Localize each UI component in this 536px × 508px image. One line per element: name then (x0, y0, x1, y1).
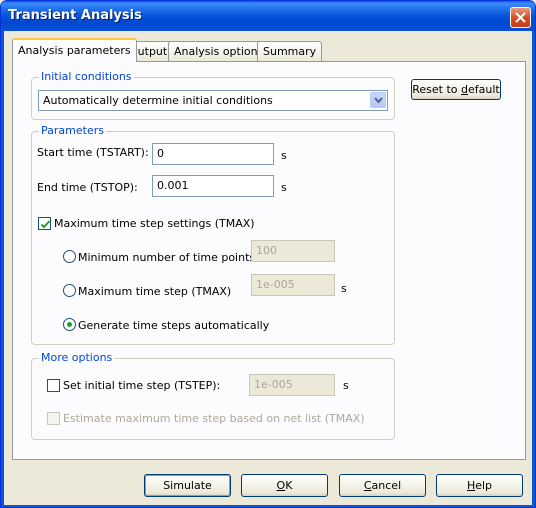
tmax-checkbox[interactable] (38, 217, 51, 230)
initial-conditions-select[interactable]: Automatically determine initial conditio… (38, 90, 388, 111)
window-title: Transient Analysis (8, 8, 142, 23)
reset-label-accel: d (461, 83, 468, 96)
dropdown-arrow[interactable] (370, 92, 386, 108)
checkmark-icon (40, 220, 51, 229)
tstep-input[interactable]: 1e-005 (249, 374, 335, 396)
cancel-button[interactable]: Cancel (339, 474, 426, 497)
radio-max-step[interactable] (63, 284, 76, 297)
initial-conditions-select-value: Automatically determine initial conditio… (43, 94, 273, 107)
radio-min-points-label: Minimum number of time points (78, 251, 256, 264)
tmax-checkbox-label: Maximum time step settings (TMAX) (54, 217, 255, 230)
help-label-accel: H (466, 479, 476, 492)
title-bar[interactable]: Transient Analysis (1, 1, 535, 31)
more-options-group: More options Set initial time step (TSTE… (31, 351, 395, 440)
transient-analysis-dialog: Transient Analysis Analysis parameters O… (0, 0, 536, 508)
ok-label-post: K (285, 479, 293, 492)
group-label-more-options: More options (39, 351, 115, 364)
cancel-label-accel: C (363, 479, 372, 492)
group-label-parameters: Parameters (39, 124, 106, 137)
start-time-input[interactable]: 0 (152, 143, 274, 165)
reset-label-post: efault (468, 83, 500, 96)
max-step-input[interactable]: 1e-005 (251, 274, 335, 296)
max-step-unit: s (341, 282, 347, 295)
close-icon (515, 12, 526, 23)
cancel-label-post: ancel (371, 479, 402, 492)
window-frame-right (532, 31, 535, 507)
tstep-unit: s (343, 379, 349, 392)
tab-panel: Initial conditions Automatically determi… (12, 61, 526, 460)
end-time-unit: s (281, 181, 287, 194)
help-label-post: elp (475, 479, 493, 492)
radio-auto-steps-label: Generate time steps automatically (78, 319, 270, 332)
min-points-input[interactable]: 100 (251, 240, 335, 262)
estimate-tmax-checkbox[interactable] (47, 412, 60, 425)
radio-min-points[interactable] (63, 250, 76, 263)
chevron-down-icon (374, 97, 383, 104)
radio-max-step-label: Maximum time step (TMAX) (78, 285, 232, 298)
simulate-button[interactable]: Simulate (144, 474, 231, 497)
group-label-initial-conditions: Initial conditions (39, 70, 134, 83)
initial-conditions-group: Initial conditions Automatically determi… (31, 70, 395, 120)
radio-auto-steps[interactable] (63, 318, 76, 331)
end-time-label: End time (TSTOP): (37, 181, 138, 194)
close-button[interactable] (510, 7, 531, 28)
tab-analysis-options[interactable]: Analysis options (168, 41, 270, 61)
tab-summary[interactable]: Summary (257, 41, 323, 61)
end-time-input[interactable]: 0.001 (152, 175, 274, 197)
tstep-checkbox-label: Set initial time step (TSTEP): (63, 379, 221, 392)
reset-label-pre: Reset to (412, 83, 462, 96)
tstep-checkbox[interactable] (47, 379, 60, 392)
estimate-tmax-label: Estimate maximum time step based on net … (63, 412, 365, 425)
reset-to-default-button[interactable]: Reset to default (411, 79, 501, 100)
ok-label-accel: O (276, 479, 286, 492)
radio-selected-dot (67, 322, 72, 327)
help-button[interactable]: Help (436, 474, 523, 497)
start-time-unit: s (281, 149, 287, 162)
start-time-label: Start time (TSTART): (37, 146, 149, 159)
tab-analysis-parameters[interactable]: Analysis parameters (12, 38, 137, 62)
window-frame-left (1, 31, 4, 507)
ok-button[interactable]: OK (241, 474, 328, 497)
parameters-group: Parameters Start time (TSTART): 0 s End … (31, 124, 395, 345)
